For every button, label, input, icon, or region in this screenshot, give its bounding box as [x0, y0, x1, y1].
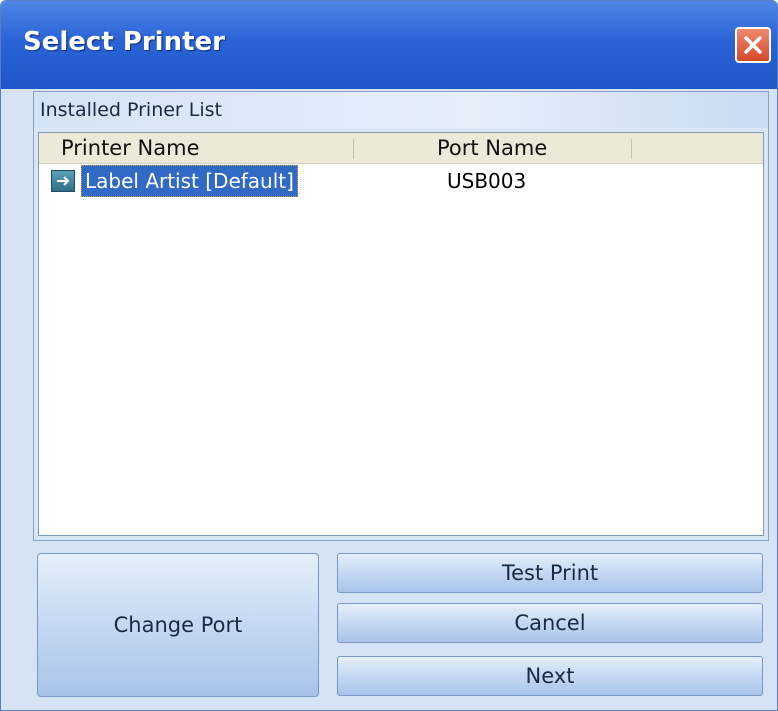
next-button[interactable]: Next	[337, 656, 763, 696]
window-title: Select Printer	[23, 27, 225, 57]
group-label: Installed Priner List	[34, 92, 768, 128]
select-printer-dialog: Select Printer Installed Priner List Pri…	[0, 0, 778, 711]
printer-name-cell[interactable]: Label Artist [Default]	[81, 165, 298, 197]
list-item[interactable]: Label Artist [Default] USB003	[39, 165, 763, 197]
close-icon	[744, 36, 762, 54]
arrow-right-icon	[51, 170, 75, 192]
installed-printer-group: Installed Priner List Printer Name Port …	[33, 91, 769, 541]
list-header: Printer Name Port Name	[39, 133, 763, 164]
port-name-cell: USB003	[447, 169, 527, 193]
cancel-button[interactable]: Cancel	[337, 603, 763, 643]
column-header-port-name[interactable]: Port Name	[437, 133, 547, 163]
printer-list[interactable]: Printer Name Port Name Label Artist [Def…	[38, 132, 764, 536]
column-divider[interactable]	[631, 139, 632, 159]
close-button[interactable]	[735, 27, 771, 63]
change-port-button[interactable]: Change Port	[37, 553, 319, 697]
column-header-printer-name[interactable]: Printer Name	[61, 133, 200, 163]
column-divider[interactable]	[353, 139, 354, 159]
title-bar[interactable]: Select Printer	[1, 1, 777, 89]
test-print-button[interactable]: Test Print	[337, 553, 763, 593]
